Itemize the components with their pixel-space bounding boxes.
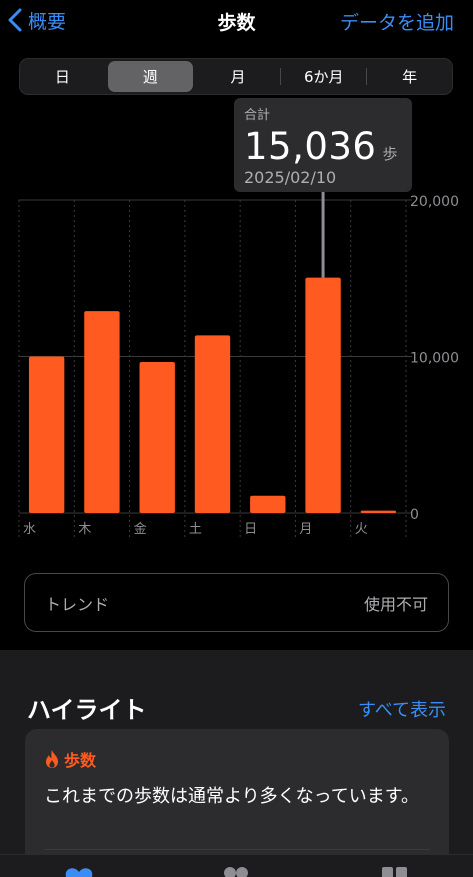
trend-label: トレンド — [45, 594, 110, 614]
segment-week[interactable]: 週 — [107, 61, 193, 92]
y-tick-label: 10,000 — [410, 351, 459, 367]
time-range-segmented-control: 日 週 月 6か月 年 — [19, 58, 453, 95]
segment-six-months[interactable]: 6か月 — [281, 61, 366, 92]
add-data-button[interactable]: データを追加 — [340, 8, 454, 35]
health-steps-screen: 概要 歩数 データを追加 日 週 月 6か月 年 水木金土日月火 20,000 10… — [0, 0, 473, 877]
tab-bar — [0, 854, 473, 877]
browse-icon[interactable] — [380, 865, 410, 877]
trend-row[interactable]: トレンド 使用不可 — [24, 573, 449, 632]
tooltip-unit: 歩 — [382, 145, 398, 163]
divider — [44, 849, 430, 850]
show-all-link[interactable]: すべて表示 — [358, 696, 446, 722]
segment-day[interactable]: 日 — [20, 61, 105, 92]
navigation-bar: 概要 歩数 データを追加 — [0, 0, 473, 46]
x-tick-label: 水 — [23, 522, 36, 537]
trend-value: 使用不可 — [363, 594, 428, 614]
x-tick-label: 月 — [299, 522, 312, 537]
highlights-title: ハイライト — [27, 696, 147, 724]
x-tick-label: 金 — [134, 521, 147, 537]
x-tick-label: 火 — [355, 522, 368, 537]
bar — [250, 495, 286, 513]
bar — [194, 335, 231, 513]
segment-month[interactable]: 月 — [196, 61, 281, 92]
tooltip-value: 15,036 — [244, 125, 377, 168]
tooltip-label: 合計 — [244, 108, 271, 123]
bar — [28, 356, 65, 513]
x-tick-label: 木 — [78, 522, 91, 537]
bar — [139, 361, 175, 513]
bar — [305, 277, 341, 513]
heart-icon[interactable] — [64, 865, 94, 877]
x-tick-label: 土 — [189, 522, 202, 537]
flame-icon — [46, 750, 58, 768]
highlight-card-text: これまでの歩数は通常より多くなっています。 — [44, 786, 419, 807]
y-tick-label: 20,000 — [410, 194, 459, 210]
bar — [84, 311, 120, 513]
highlight-card-header: 歩数 — [43, 747, 96, 771]
tooltip-date: 2025/02/10 — [244, 168, 337, 187]
highlight-card-title: 歩数 — [64, 751, 97, 770]
segment-year[interactable]: 年 — [367, 61, 452, 92]
y-tick-label: 0 — [410, 507, 419, 523]
bar — [360, 510, 397, 513]
sharing-icon[interactable] — [221, 865, 251, 877]
x-tick-label: 日 — [244, 522, 257, 537]
selection-tooltip: 合計 15,036 歩 2025/02/10 — [234, 98, 412, 192]
